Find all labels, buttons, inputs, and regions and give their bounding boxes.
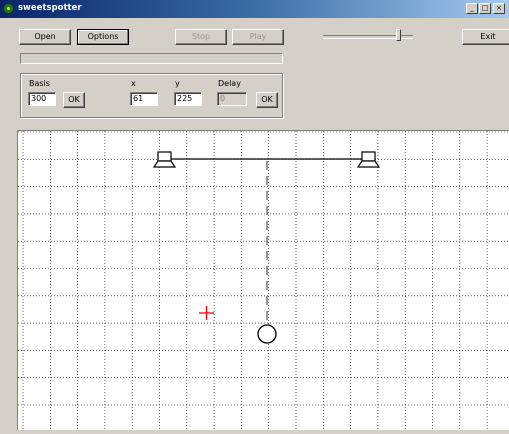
room-canvas[interactable]	[17, 130, 509, 431]
app-icon	[3, 3, 14, 14]
listener-circle[interactable]	[257, 324, 277, 344]
settings-group: Basis 300 OK x 61 y 225 Delay 0 OK	[20, 73, 283, 118]
exit-button[interactable]: Exit	[462, 29, 509, 45]
basis-ok-button[interactable]: OK	[63, 92, 85, 108]
delay-label: Delay	[218, 79, 241, 88]
window-title: sweetspotter	[18, 3, 82, 13]
maximize-icon[interactable]: □	[479, 3, 491, 14]
play-button[interactable]: Play	[232, 29, 284, 45]
title-bar[interactable]: sweetspotter _ □ ×	[0, 0, 509, 18]
sweet-spot-marker-icon[interactable]	[199, 306, 214, 320]
canvas-grid	[18, 131, 509, 431]
x-label: x	[131, 79, 136, 88]
x-field[interactable]: 61	[130, 92, 158, 106]
options-button[interactable]: Options	[77, 29, 129, 45]
app-window: sweetspotter _ □ × Open Options Stop Pla…	[0, 0, 509, 434]
close-icon[interactable]: ×	[493, 3, 505, 14]
y-field[interactable]: 225	[174, 92, 202, 106]
stop-button[interactable]: Stop	[175, 29, 227, 45]
delay-field: 0	[217, 92, 247, 106]
progress-bar	[20, 53, 283, 64]
basis-label: Basis	[29, 79, 50, 88]
y-label: y	[175, 79, 180, 88]
room-drawing[interactable]	[18, 131, 509, 431]
minimize-icon[interactable]: _	[466, 3, 478, 14]
volume-slider-thumb[interactable]	[396, 29, 401, 41]
open-button[interactable]: Open	[19, 29, 71, 45]
basis-field[interactable]: 300	[28, 92, 56, 106]
delay-ok-button[interactable]: OK	[256, 92, 278, 108]
bottom-edge	[0, 430, 509, 434]
